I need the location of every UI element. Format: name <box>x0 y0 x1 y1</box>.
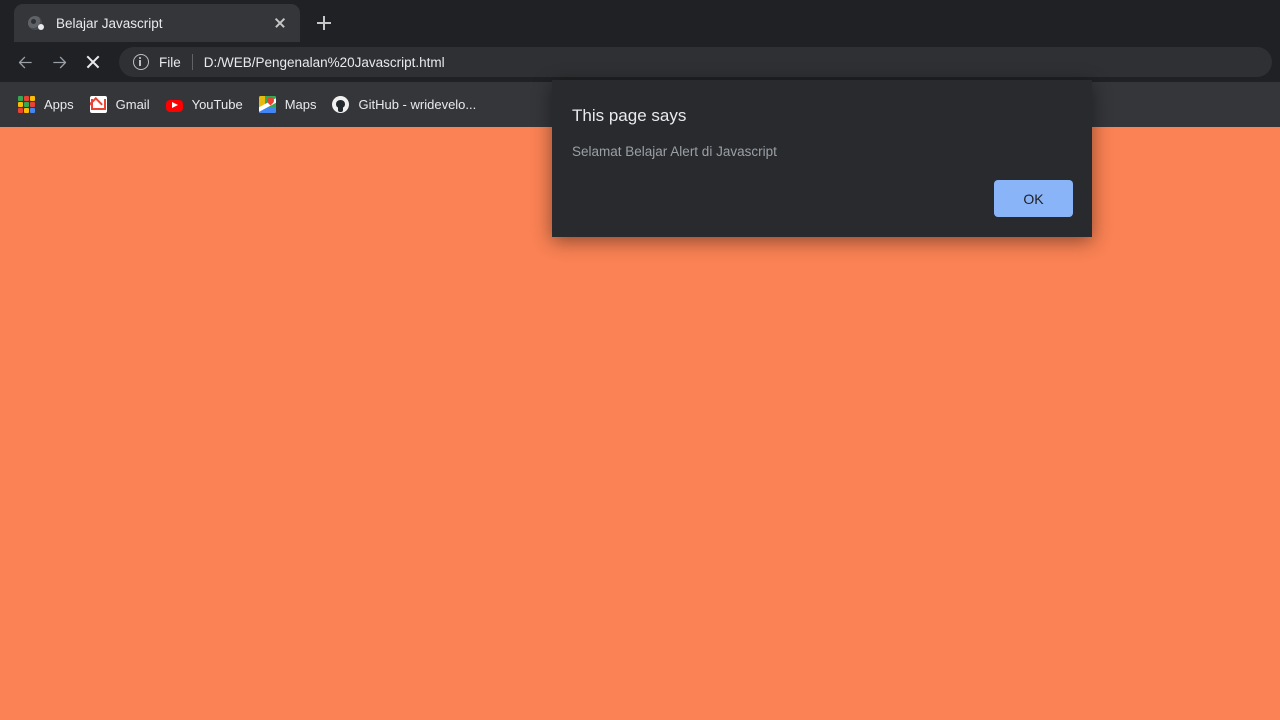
url-text: D:/WEB/Pengenalan%20Javascript.html <box>203 54 445 70</box>
tab-belajar-javascript[interactable]: Belajar Javascript <box>14 4 300 42</box>
bookmark-label: Apps <box>44 97 74 112</box>
plus-icon[interactable] <box>310 9 338 37</box>
close-icon[interactable] <box>268 11 292 35</box>
bookmark-label: Maps <box>284 97 317 112</box>
bookmark-label: YouTube <box>191 97 243 112</box>
address-bar[interactable]: File D:/WEB/Pengenalan%20Javascript.html <box>119 47 1272 77</box>
bookmark-gmail[interactable]: Gmail <box>82 91 158 119</box>
bookmark-apps[interactable]: Apps <box>10 91 82 119</box>
arrow-left-icon <box>18 55 33 70</box>
bookmark-maps[interactable]: Maps <box>251 91 325 119</box>
back-button[interactable] <box>8 45 42 79</box>
tab-strip: Belajar Javascript <box>0 0 1280 42</box>
tab-title: Belajar Javascript <box>56 15 163 31</box>
scheme-label: File <box>159 54 181 70</box>
info-circle-icon[interactable] <box>133 54 149 70</box>
close-stop-loading-icon <box>85 54 101 70</box>
arrow-right-icon <box>52 55 67 70</box>
dialog-message: Selamat Belajar Alert di Javascript <box>572 144 777 159</box>
youtube-icon <box>165 99 183 112</box>
gmail-icon <box>89 96 107 113</box>
browser-window: Belajar Javascript File D:/WEB/Pengenala… <box>0 0 1280 720</box>
forward-button[interactable] <box>42 45 76 79</box>
javascript-alert-dialog: This page says Selamat Belajar Alert di … <box>552 80 1092 237</box>
dialog-actions: OK <box>994 180 1073 217</box>
stop-loading-button[interactable] <box>76 45 110 79</box>
bookmark-github[interactable]: GitHub - wridevelo... <box>324 91 484 119</box>
google-maps-icon <box>258 96 276 113</box>
bookmark-youtube[interactable]: YouTube <box>158 91 251 119</box>
apps-grid-icon <box>18 96 35 113</box>
dialog-title: This page says <box>572 106 687 125</box>
github-icon <box>332 96 350 113</box>
browser-toolbar: File D:/WEB/Pengenalan%20Javascript.html <box>0 42 1280 82</box>
globe-default-favicon-icon <box>28 15 45 32</box>
omnibox-separator <box>191 54 193 70</box>
ok-button[interactable]: OK <box>994 180 1073 217</box>
bookmark-label: Gmail <box>115 97 150 112</box>
bookmark-label: GitHub - wridevelo... <box>358 97 477 112</box>
